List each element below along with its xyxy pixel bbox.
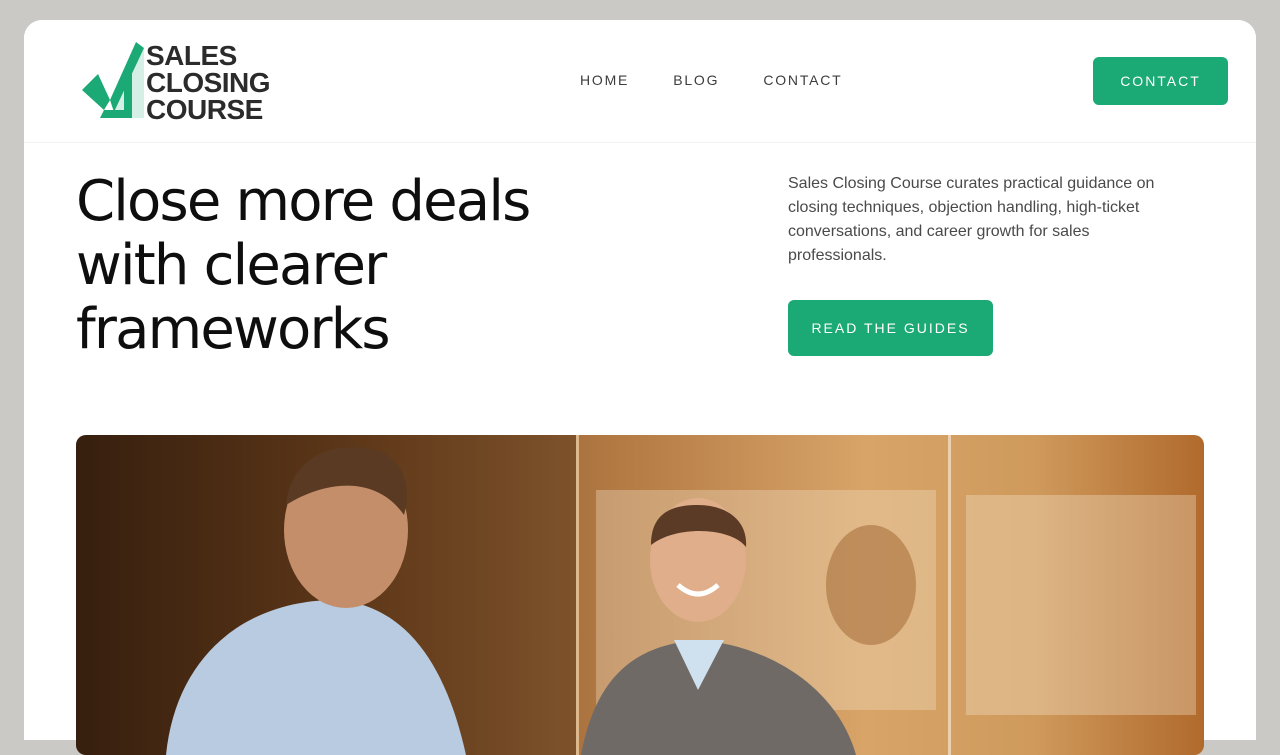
site-logo[interactable]: SALES CLOSING COURSE: [80, 40, 294, 124]
hero-image: [76, 435, 1204, 755]
main-nav: HOME BLOG CONTACT: [580, 72, 843, 88]
read-guides-button[interactable]: READ THE GUIDES: [788, 300, 993, 356]
logo-line-2: CLOSING: [146, 67, 271, 98]
hero-description: Sales Closing Course curates practical g…: [788, 175, 1155, 264]
hero-photo-illustration: [76, 435, 1196, 755]
headline-line-2: with clearer: [76, 233, 387, 298]
header-contact-button[interactable]: CONTACT: [1093, 57, 1228, 105]
headline-line-1: Close more deals: [76, 169, 531, 234]
headline-line-3: frameworks: [76, 297, 391, 362]
logo-line-3: COURSE: [146, 94, 263, 125]
header-divider: [24, 142, 1256, 143]
hero-headline: Close more deals with clearer frameworks: [76, 170, 636, 362]
page-frame: SALES CLOSING COURSE HOME BLOG CONTACT C…: [24, 20, 1256, 755]
nav-item-blog[interactable]: BLOG: [673, 72, 719, 88]
logo-line-1: SALES: [146, 40, 237, 71]
site-header: SALES CLOSING COURSE HOME BLOG CONTACT C…: [24, 20, 1256, 142]
nav-item-home[interactable]: HOME: [580, 72, 629, 88]
checkmark-logo-icon: [82, 42, 144, 118]
logo-wordmark: SALES CLOSING COURSE: [146, 40, 271, 125]
nav-item-contact[interactable]: CONTACT: [763, 72, 842, 88]
